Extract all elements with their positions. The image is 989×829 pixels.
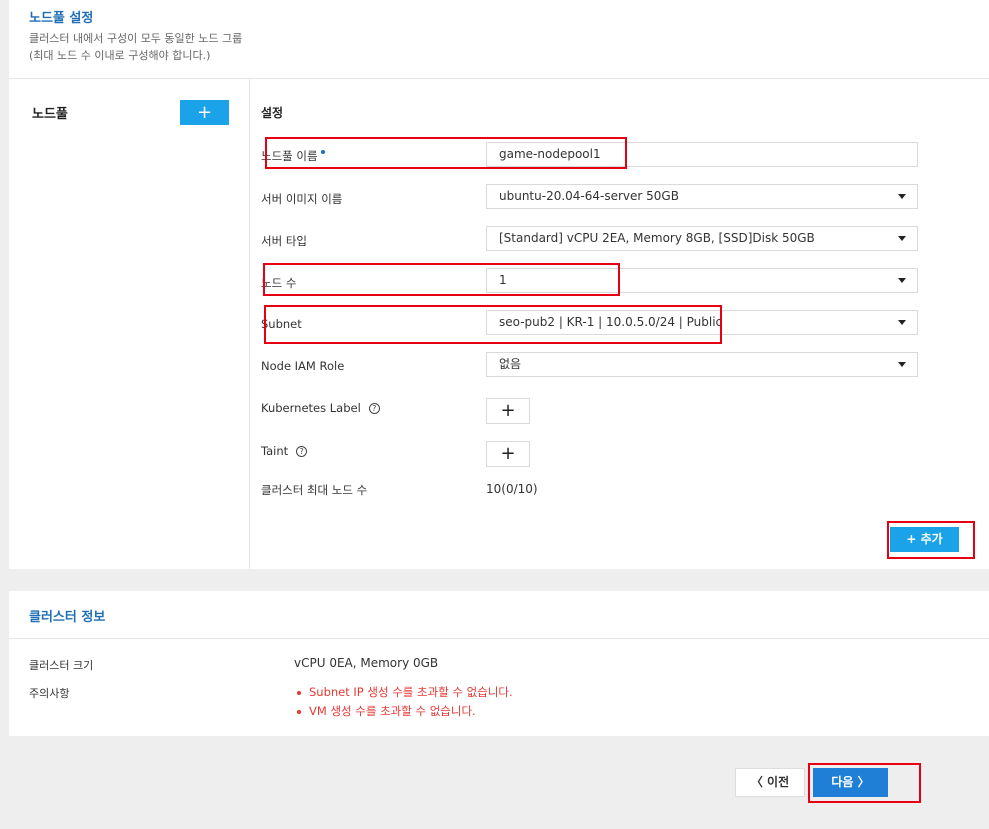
- divider: [9, 78, 989, 79]
- help-icon[interactable]: ?: [296, 446, 308, 457]
- divider: [9, 638, 989, 639]
- iam-role-label: Node IAM Role: [261, 359, 345, 373]
- warning-item: VM 생성 수를 초과할 수 없습니다.: [297, 703, 476, 719]
- chevron-down-icon: [898, 362, 906, 367]
- plus-icon: +: [196, 102, 213, 123]
- server-image-select[interactable]: ubuntu-20.04-64-server 50GB: [486, 184, 918, 209]
- add-nodepool-button[interactable]: +: [180, 100, 229, 125]
- cluster-size-label: 클러스터 크기: [29, 659, 94, 672]
- server-image-label: 서버 이미지 이름: [261, 192, 343, 206]
- highlight-box: [264, 305, 722, 344]
- notice-label: 주의사항: [29, 687, 70, 700]
- max-nodes-value: 10(0/10): [486, 482, 538, 496]
- prev-button[interactable]: 〈 이전: [735, 768, 805, 797]
- chevron-down-icon: [898, 320, 906, 325]
- settings-title: 설정: [261, 106, 284, 120]
- highlight-box: [808, 763, 921, 803]
- chevron-down-icon: [898, 194, 906, 199]
- plus-icon: +: [500, 400, 516, 421]
- highlight-box: [263, 263, 620, 296]
- server-type-select[interactable]: [Standard] vCPU 2EA, Memory 8GB, [SSD]Di…: [486, 226, 918, 251]
- section-description-note: (최대 노드 수 이내로 구성해야 합니다.): [29, 49, 211, 62]
- cluster-info-panel: 클러스터 정보 클러스터 크기 vCPU 0EA, Memory 0GB 주의사…: [9, 591, 989, 736]
- section-description: 클러스터 내에서 구성이 모두 동일한 노드 그룹: [29, 32, 243, 45]
- warning-item: Subnet IP 생성 수를 초과할 수 없습니다.: [297, 684, 513, 700]
- nodepool-list-label: 노드풀: [32, 107, 68, 122]
- cluster-info-title: 클러스터 정보: [29, 610, 106, 625]
- help-icon[interactable]: ?: [368, 403, 380, 414]
- cluster-size-value: vCPU 0EA, Memory 0GB: [294, 656, 439, 670]
- chevron-down-icon: [898, 278, 906, 283]
- section-title: 노드풀 설정: [29, 11, 94, 26]
- add-taint-button[interactable]: +: [486, 441, 530, 467]
- highlight-box: [265, 137, 627, 169]
- plus-icon: +: [500, 443, 516, 464]
- bullet-icon: [297, 709, 301, 714]
- kubernetes-label-label: Kubernetes Label?: [261, 401, 380, 415]
- add-kubernetes-label-button[interactable]: +: [486, 398, 530, 424]
- server-type-label: 서버 타입: [261, 234, 307, 248]
- max-nodes-label: 클러스터 최대 노드 수: [261, 483, 368, 497]
- highlight-box: [887, 521, 975, 559]
- taint-label: Taint?: [261, 444, 308, 458]
- chevron-down-icon: [898, 236, 906, 241]
- column-divider: [249, 79, 250, 569]
- chevron-left-icon: 〈: [750, 775, 768, 789]
- iam-role-select[interactable]: 없음: [486, 352, 918, 377]
- bullet-icon: [297, 690, 301, 695]
